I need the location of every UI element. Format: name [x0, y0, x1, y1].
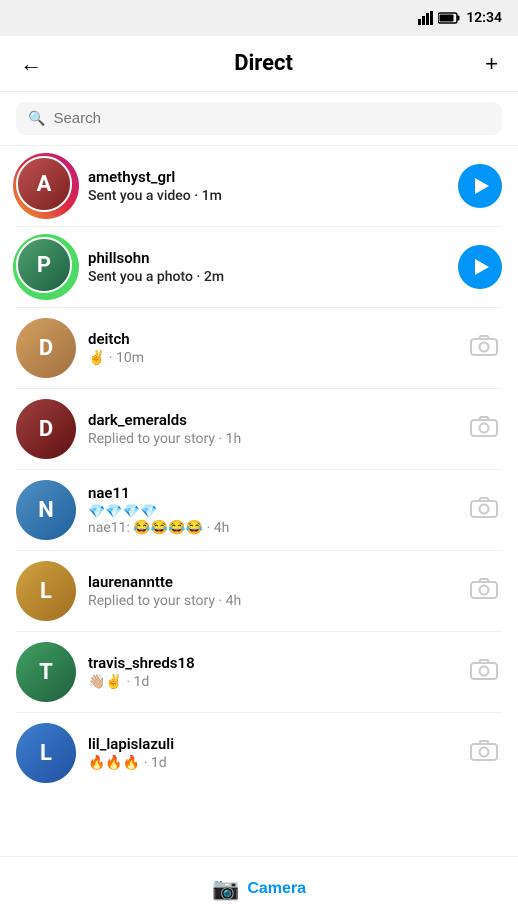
status-bar: 12:34	[0, 0, 518, 36]
camera-button[interactable]	[466, 411, 502, 447]
battery-icon	[438, 12, 460, 24]
status-icons	[418, 11, 460, 25]
play-triangle-icon	[475, 178, 489, 194]
conv-message: 🔥🔥🔥 · 1d	[88, 755, 454, 771]
camera-icon	[470, 658, 498, 686]
list-item[interactable]: N nae11 💎💎💎💎 nae11: 😂😂😂😂 · 4h	[0, 470, 518, 550]
conv-message: Replied to your story · 4h	[88, 593, 454, 609]
play-icon[interactable]	[458, 164, 502, 208]
list-item[interactable]: D dark_emeralds Replied to your story · …	[0, 389, 518, 469]
camera-label: Camera	[247, 880, 306, 898]
play-triangle-icon	[475, 259, 489, 275]
conv-content: laurenanntte Replied to your story · 4h	[88, 573, 454, 609]
conv-message: 👋🏼✌️ · 1d	[88, 674, 454, 690]
list-item[interactable]: L lil_lapislazuli 🔥🔥🔥 · 1d	[0, 713, 518, 793]
conv-message: Replied to your story · 1h	[88, 431, 454, 447]
signal-icon	[418, 11, 434, 25]
conv-content: lil_lapislazuli 🔥🔥🔥 · 1d	[88, 735, 454, 771]
search-input[interactable]	[53, 110, 490, 127]
list-item[interactable]: A amethyst_grl Sent you a video · 1m	[0, 146, 518, 226]
camera-icon	[470, 496, 498, 524]
conv-message: ✌️ · 10m	[88, 350, 454, 366]
list-item[interactable]: L laurenanntte Replied to your story · 4…	[0, 551, 518, 631]
camera-button[interactable]: 📷 Camera	[212, 876, 306, 902]
conv-message: Sent you a video · 1m	[88, 188, 446, 204]
conv-username: nae11	[88, 484, 454, 502]
avatar: D	[16, 318, 76, 378]
camera-button[interactable]	[466, 330, 502, 366]
avatar: D	[16, 399, 76, 459]
play-icon[interactable]	[458, 245, 502, 289]
conv-content: travis_shreds18 👋🏼✌️ · 1d	[88, 654, 454, 690]
camera-icon: 📷	[212, 876, 239, 902]
search-icon: 🔍	[28, 111, 45, 127]
avatar: N	[16, 480, 76, 540]
conversation-list: A amethyst_grl Sent you a video · 1m P p…	[0, 146, 518, 793]
conv-username: dark_emeralds	[88, 411, 454, 429]
list-item[interactable]: D deitch ✌️ · 10m	[0, 308, 518, 388]
camera-button[interactable]	[466, 492, 502, 528]
avatar: T	[16, 642, 76, 702]
list-item[interactable]: T travis_shreds18 👋🏼✌️ · 1d	[0, 632, 518, 712]
search-bar: 🔍	[0, 92, 518, 146]
camera-icon	[470, 739, 498, 767]
conv-username: lil_lapislazuli	[88, 735, 454, 753]
conv-message: Sent you a photo · 2m	[88, 269, 446, 285]
list-item[interactable]: P phillsohn Sent you a photo · 2m	[0, 227, 518, 307]
conv-content: phillsohn Sent you a photo · 2m	[88, 249, 446, 285]
header: ← Direct +	[0, 36, 518, 92]
conv-username: laurenanntte	[88, 573, 454, 591]
status-time: 12:34	[466, 10, 502, 26]
conv-username: deitch	[88, 330, 454, 348]
conv-username: travis_shreds18	[88, 654, 454, 672]
conv-content: amethyst_grl Sent you a video · 1m	[88, 168, 446, 204]
avatar: A	[16, 156, 76, 216]
camera-button[interactable]	[466, 735, 502, 771]
play-button[interactable]	[458, 245, 502, 289]
conv-content: dark_emeralds Replied to your story · 1h	[88, 411, 454, 447]
conv-message: 💎💎💎💎	[88, 504, 454, 520]
page-title: Direct	[234, 51, 293, 76]
back-button[interactable]: ←	[16, 47, 46, 81]
conv-username: phillsohn	[88, 249, 446, 267]
bottom-bar: 📷 Camera	[0, 856, 518, 920]
camera-icon	[470, 415, 498, 443]
camera-icon	[470, 334, 498, 362]
avatar: L	[16, 561, 76, 621]
play-button[interactable]	[458, 164, 502, 208]
avatar: P	[16, 237, 76, 297]
conv-content: nae11 💎💎💎💎 nae11: 😂😂😂😂 · 4h	[88, 484, 454, 536]
new-message-button[interactable]: +	[481, 47, 502, 81]
avatar: L	[16, 723, 76, 783]
camera-icon	[470, 577, 498, 605]
conv-message2: nae11: 😂😂😂😂 · 4h	[88, 520, 454, 536]
conv-content: deitch ✌️ · 10m	[88, 330, 454, 366]
camera-button[interactable]	[466, 654, 502, 690]
camera-button[interactable]	[466, 573, 502, 609]
search-input-wrap[interactable]: 🔍	[16, 102, 502, 135]
conv-username: amethyst_grl	[88, 168, 446, 186]
